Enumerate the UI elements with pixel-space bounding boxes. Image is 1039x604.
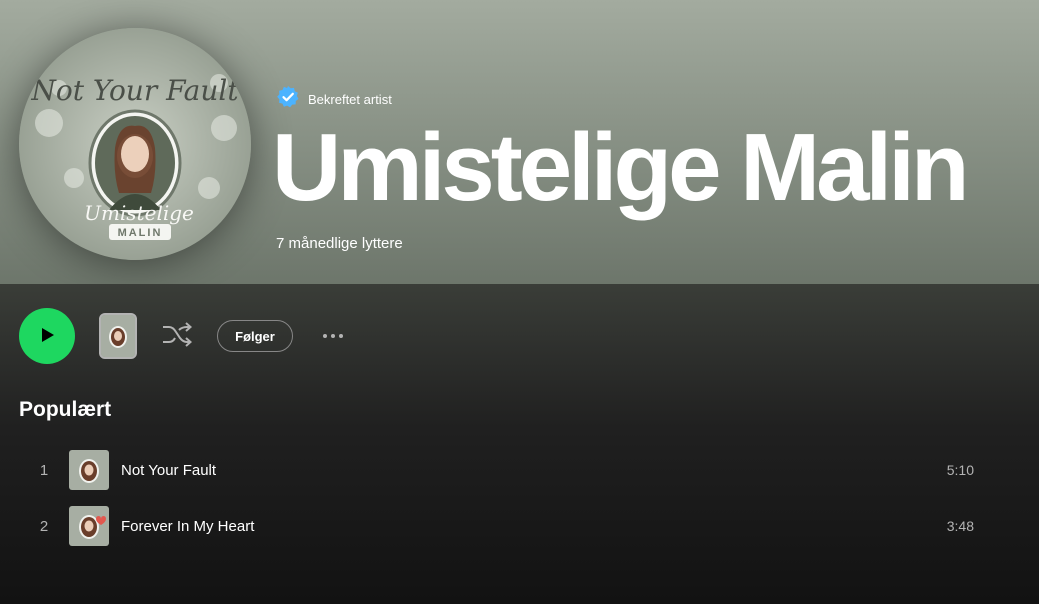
track-cover [69,450,109,490]
artist-avatar: Not Your Fault Umistelige MALIN [19,28,251,260]
shuffle-icon [161,320,193,353]
artist-content: Følger Populært 1 Not Your Fault 5:10 2 [0,284,1039,604]
monthly-listeners: 7 månedlige lyttere [276,235,403,252]
track-cover [69,506,109,546]
track-duration: 5:10 [946,462,974,478]
track-number: 2 [39,517,49,535]
artist-header: Not Your Fault Umistelige MALIN Bekrefte… [0,0,1039,284]
play-button[interactable] [19,308,75,364]
track-title[interactable]: Forever In My Heart [121,518,947,535]
track-number: 1 [39,461,49,479]
artist-name: Umistelige Malin [272,114,969,221]
avatar-script-name: Umistelige [84,201,194,225]
follow-button[interactable]: Følger [217,320,293,352]
verified-label: Bekreftet artist [308,92,392,107]
popular-section-title: Populært [19,398,112,421]
track-duration: 3:48 [946,518,974,534]
avatar-badge-text: MALIN [118,227,163,239]
avatar-script-title: Not Your Fault [30,74,239,107]
track-row[interactable]: 1 Not Your Fault 5:10 [19,442,1019,498]
track-row[interactable]: 2 Forever In My Heart 3:48 [19,498,1019,554]
track-title[interactable]: Not Your Fault [121,462,947,479]
artist-preview-button[interactable] [99,313,137,359]
shuffle-button[interactable] [160,319,194,353]
more-options-icon[interactable] [316,322,350,350]
play-icon [37,325,57,348]
